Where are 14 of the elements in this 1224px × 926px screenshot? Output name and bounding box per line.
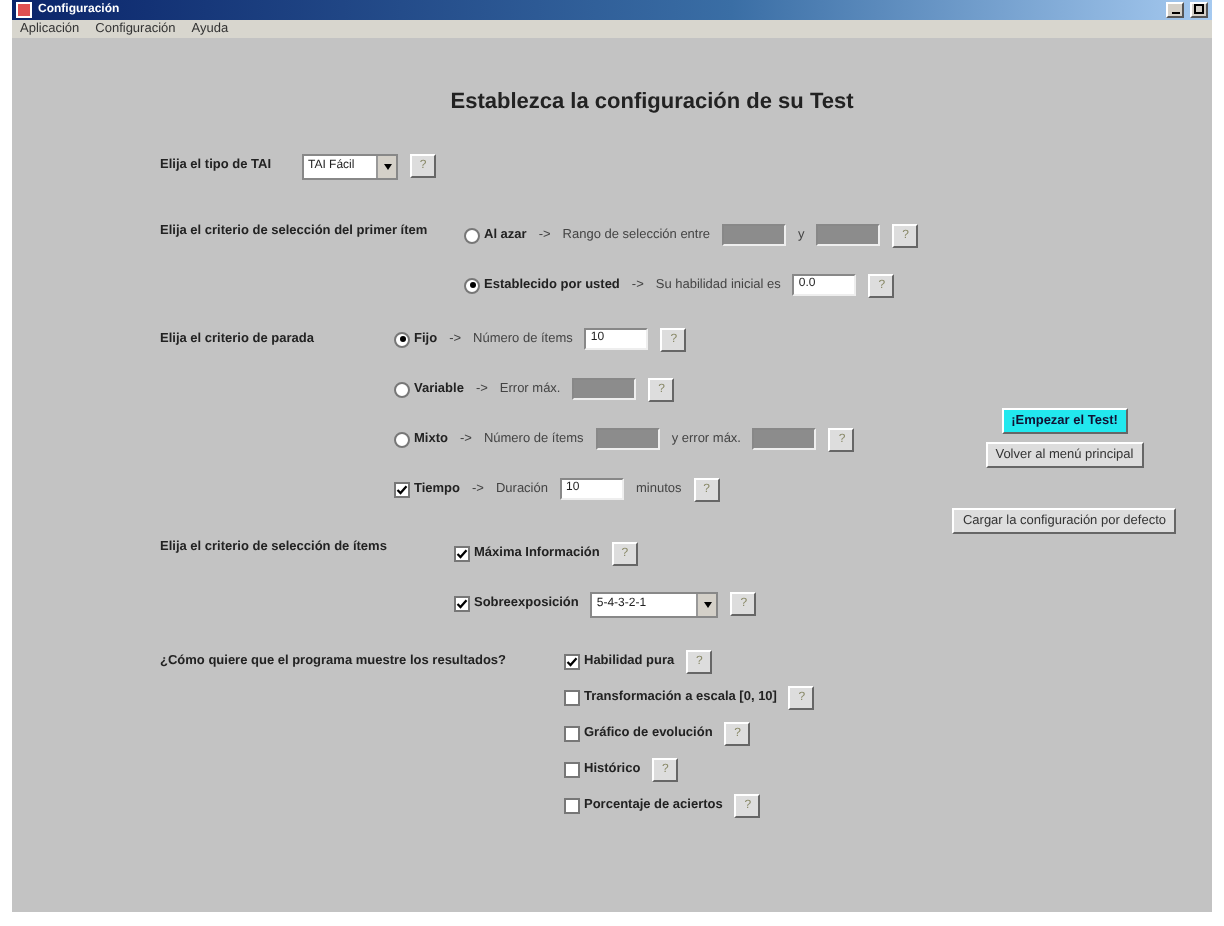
caret-icon <box>383 164 391 170</box>
checkbox[interactable] <box>394 481 410 497</box>
checkbox[interactable] <box>564 761 580 777</box>
app-icon <box>16 2 32 18</box>
caret-icon <box>703 602 712 608</box>
checkbox[interactable] <box>564 653 580 669</box>
checkbox[interactable] <box>564 725 580 741</box>
checkbox[interactable] <box>454 595 470 611</box>
maximize-icon[interactable] <box>1190 2 1208 18</box>
page-heading: Establezca la configuración de su Test <box>448 90 856 114</box>
checkbox[interactable] <box>454 545 470 561</box>
minimize-icon[interactable] <box>1166 2 1184 18</box>
checkbox[interactable] <box>564 797 580 813</box>
checkbox[interactable] <box>564 689 580 705</box>
